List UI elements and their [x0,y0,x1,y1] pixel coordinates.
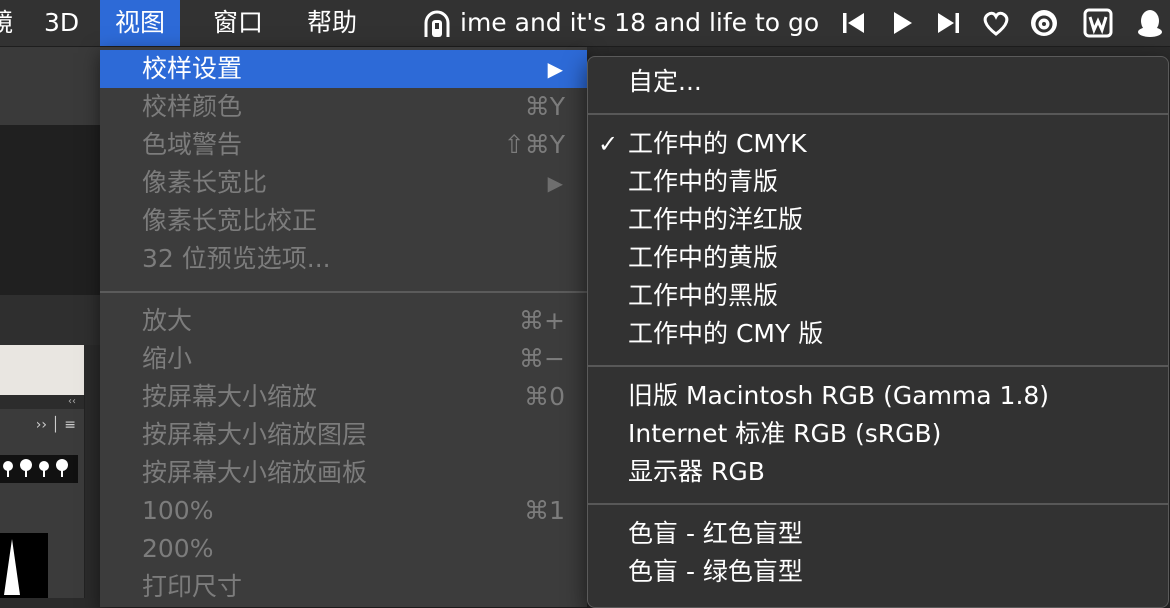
menu-item-label: 打印尺寸 [142,572,243,601]
layers-panel: ‹‹ ›› │ ≡ [0,395,85,598]
menu-item-proof-setup[interactable]: 校样设置 ▶ [100,50,587,88]
menu-item-shortcut: ⇧⌘Y [503,130,565,159]
menu-item-shortcut: ⌘Y [524,92,565,121]
menu-item-label: 按屏幕大小缩放画板 [142,458,368,487]
menu-item-label: 像素长宽比校正 [142,206,318,235]
wps-icon[interactable] [1082,7,1114,39]
menubar-item-view[interactable]: 视图 [100,0,180,46]
menu-item-zoom-out[interactable]: 缩小 ⌘− [100,340,587,378]
app-tab-strip [0,295,100,345]
menu-item-print-size[interactable]: 打印尺寸 [100,568,587,606]
menu-item-label: 校样颜色 [142,92,243,121]
menu-item-pixel-aspect-ratio[interactable]: 像素长宽比 ▶ [100,164,587,202]
document-canvas [0,345,84,395]
submenu-arrow-icon: ▶ [547,57,563,81]
brush-thumbnails[interactable] [0,455,78,483]
submenu-item-label: 工作中的 CMYK [628,129,807,158]
menu-item-shortcut: ⌘1 [524,496,565,525]
qq-icon[interactable] [1134,7,1166,39]
menu-item-label: 按屏幕大小缩放图层 [142,420,368,449]
view-menu: 校样设置 ▶ 校样颜色 ⌘Y 色域警告 ⇧⌘Y 像素长宽比 ▶ 像素长宽比校正 … [100,47,587,607]
prev-track-icon[interactable] [838,7,870,39]
menu-item-pixel-aspect-correction[interactable]: 像素长宽比校正 [100,202,587,240]
app-dark-area [0,125,100,295]
submenu-item-working-magenta[interactable]: 工作中的洋红版 [588,201,1168,239]
submenu-item-working-black[interactable]: 工作中的黑版 [588,277,1168,315]
menu-item-fit-on-screen[interactable]: 按屏幕大小缩放 ⌘0 [100,378,587,416]
menu-item-label: 校样设置 [142,54,243,83]
submenu-item-working-cmy[interactable]: 工作中的 CMY 版 [588,315,1168,353]
menu-bar: 镜 3D 视图 窗口 帮助 ime and it's 18 and life t… [0,0,1170,47]
menu-item-label: 按屏幕大小缩放 [142,382,318,411]
next-track-icon[interactable] [932,7,964,39]
submenu-item-custom[interactable]: 自定... [588,63,1168,101]
panel-collapse-control[interactable]: ‹‹ [0,395,84,409]
submenu-item-deuteranopia[interactable]: 色盲 - 绿色盲型 [588,553,1168,591]
panel-menu-row[interactable]: ›› │ ≡ [0,413,84,437]
menubar-item-3d[interactable]: 3D [44,0,79,46]
submenu-item-label: 旧版 Macintosh RGB (Gamma 1.8) [628,381,1050,410]
submenu-separator [588,113,1168,115]
submenu-item-label: 工作中的黄版 [628,243,779,272]
menubar-item-filter[interactable]: 镜 [0,0,13,46]
submenu-item-label: 色盲 - 红色盲型 [628,519,803,548]
menu-item-fit-artboard[interactable]: 按屏幕大小缩放画板 [100,454,587,492]
submenu-item-label: 工作中的洋红版 [628,205,804,234]
submenu-item-label: 自定... [628,67,702,96]
menu-item-label: 像素长宽比 [142,168,268,197]
play-icon[interactable] [886,7,918,39]
submenu-separator [588,365,1168,367]
submenu-item-label: 工作中的青版 [628,167,779,196]
checkmark-icon: ✓ [598,130,619,158]
tree-thumbnail [0,533,48,598]
menu-item-proof-colors[interactable]: 校样颜色 ⌘Y [100,88,587,126]
menu-item-label: 100% [142,496,214,525]
now-playing-text[interactable]: ime and it's 18 and life to go [460,0,819,46]
menu-item-label: 缩小 [142,344,193,373]
menu-item-shortcut: ⌘0 [524,382,565,411]
menu-item-label: 色域警告 [142,130,243,159]
menu-item-gamut-warning[interactable]: 色域警告 ⇧⌘Y [100,126,587,164]
menu-item-label: 200% [142,534,214,563]
podcast-icon[interactable] [420,7,454,41]
menu-item-label: 放大 [142,306,193,335]
menu-separator [100,291,587,293]
menubar-item-help[interactable]: 帮助 [307,0,357,46]
submenu-item-label: Internet 标准 RGB (sRGB) [628,419,942,448]
submenu-item-working-cmyk[interactable]: ✓ 工作中的 CMYK [588,125,1168,163]
submenu-item-label: 色盲 - 绿色盲型 [628,557,803,586]
submenu-item-legacy-mac-rgb[interactable]: 旧版 Macintosh RGB (Gamma 1.8) [588,377,1168,415]
submenu-item-working-cyan[interactable]: 工作中的青版 [588,163,1168,201]
menu-item-fit-layers[interactable]: 按屏幕大小缩放图层 [100,416,587,454]
submenu-item-working-yellow[interactable]: 工作中的黄版 [588,239,1168,277]
menu-item-200-percent[interactable]: 200% [100,530,587,568]
menu-item-shortcut: ⌘− [519,344,565,373]
proof-setup-submenu: 自定... ✓ 工作中的 CMYK 工作中的青版 工作中的洋红版 工作中的黄版 … [587,56,1169,608]
submenu-item-protanopia[interactable]: 色盲 - 红色盲型 [588,515,1168,553]
netease-music-icon[interactable] [1028,7,1060,39]
menu-item-100-percent[interactable]: 100% ⌘1 [100,492,587,530]
submenu-item-label: 显示器 RGB [628,457,765,486]
submenu-item-srgb[interactable]: Internet 标准 RGB (sRGB) [588,415,1168,453]
heart-icon[interactable] [980,7,1012,39]
menu-item-shortcut: ⌘+ [519,306,565,335]
submenu-arrow-icon: ▶ [547,171,563,195]
menu-item-label: 32 位预览选项... [142,244,331,273]
menu-item-zoom-in[interactable]: 放大 ⌘+ [100,302,587,340]
submenu-item-label: 工作中的 CMY 版 [628,319,824,348]
submenu-item-monitor-rgb[interactable]: 显示器 RGB [588,453,1168,491]
app-toolbar-area [0,47,100,125]
menubar-item-window[interactable]: 窗口 [213,0,263,46]
menu-item-32bit-preview[interactable]: 32 位预览选项... [100,240,587,278]
submenu-item-label: 工作中的黑版 [628,281,779,310]
submenu-separator [588,503,1168,505]
